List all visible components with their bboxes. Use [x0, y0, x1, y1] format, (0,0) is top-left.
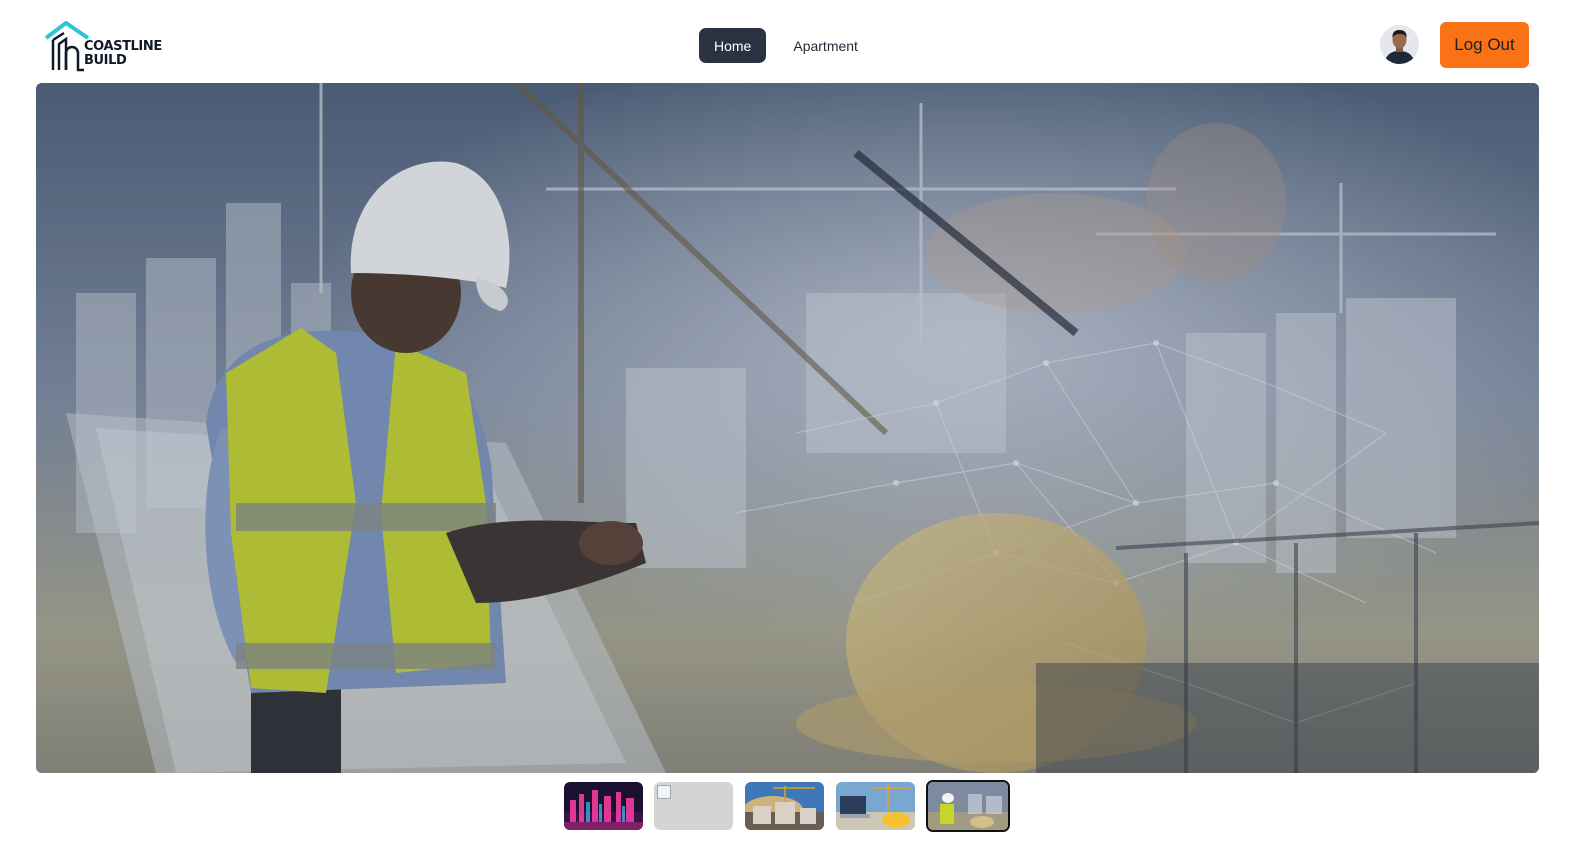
brand-line-2: BUILD [84, 53, 127, 68]
thumbnail-building-site[interactable] [745, 782, 824, 830]
thumbnail-city-night[interactable] [564, 782, 643, 830]
hero-image [36, 83, 1539, 773]
thumbnail-hardhat-laptop[interactable] [836, 782, 915, 830]
building-site-image [745, 782, 824, 830]
thumbnail-worker-active[interactable] [926, 780, 1010, 832]
city-night-image [564, 782, 643, 830]
coastline-build-logo[interactable]: COASTLINE BUILD [44, 20, 169, 72]
hardhat-laptop-image [836, 782, 915, 830]
nav-home-link[interactable]: Home [699, 28, 767, 63]
worker-thumbnail-image [928, 782, 1008, 830]
log-out-button[interactable]: Log Out [1440, 22, 1529, 68]
broken-image-icon [657, 785, 671, 799]
avatar-photo [1380, 25, 1419, 64]
nav-apartment-link[interactable]: Apartment [778, 28, 873, 63]
thumbnail-broken[interactable] [654, 782, 733, 830]
brand-line-1: COASTLINE [84, 39, 162, 54]
carousel-thumbnails [0, 780, 1591, 834]
brand-name: COASTLINE BUILD [84, 40, 162, 68]
hero-banner [36, 83, 1539, 773]
user-avatar[interactable] [1380, 25, 1419, 64]
main-nav: Home Apartment [699, 28, 873, 63]
navbar: COASTLINE BUILD Home Apartment Log Out [0, 0, 1591, 83]
